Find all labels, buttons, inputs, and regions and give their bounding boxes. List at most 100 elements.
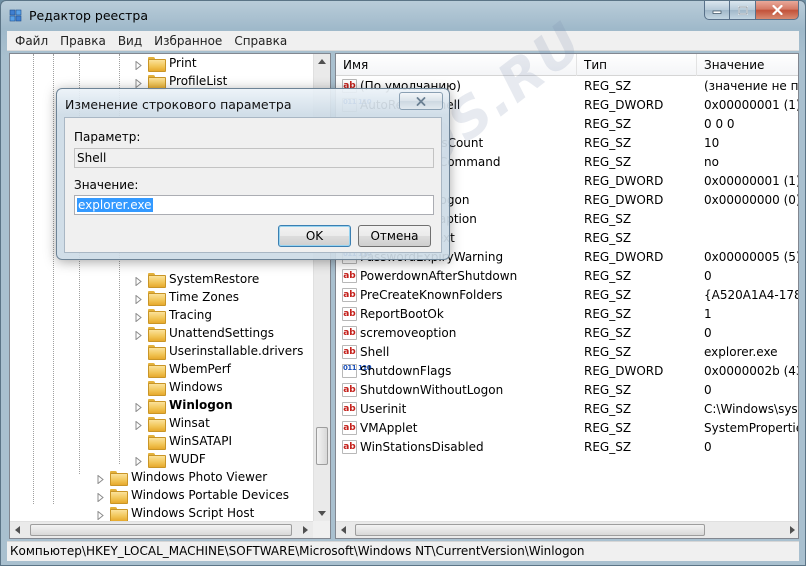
menu-edit[interactable]: Правка xyxy=(54,31,112,51)
list-item[interactable]: abVMApplet REG_SZ SystemPropertiesP xyxy=(336,419,798,438)
tree-item[interactable]: Windows Script Host xyxy=(96,504,254,522)
value-type: REG_SZ xyxy=(584,383,632,397)
tree-hscroll-thumb[interactable] xyxy=(30,524,292,536)
close-button[interactable] xyxy=(756,1,799,20)
list-item[interactable]: 011 110 ShutdownFlags REG_DWORD 0x0000002b … xyxy=(336,362,798,381)
list-item[interactable]: ab ShutdownWithoutLogon REG_SZ 0 xyxy=(336,381,798,400)
list-hscroll-thumb[interactable] xyxy=(355,524,705,536)
column-header-type[interactable]: Тип xyxy=(577,54,697,76)
list-item[interactable]: ab PreCreateKnownFolders REG_SZ {A520A1A4-1… xyxy=(336,286,798,305)
tree-item[interactable]: Windows Portable Devices xyxy=(96,486,289,504)
registry-editor-icon xyxy=(9,9,22,22)
maximize-button[interactable] xyxy=(730,1,756,20)
tree-item[interactable]: Winsat xyxy=(134,414,210,432)
ok-button[interactable]: OK xyxy=(278,225,351,247)
value-type: REG_SZ xyxy=(584,307,632,321)
close-icon xyxy=(416,96,426,106)
scroll-right-icon[interactable] xyxy=(303,526,308,534)
tree-item[interactable]: Print xyxy=(134,54,197,72)
cancel-button[interactable]: Отмена xyxy=(358,225,431,247)
menu-favorites[interactable]: Избранное xyxy=(148,31,228,51)
tree-item[interactable]: WUDF xyxy=(134,450,206,468)
value-name: scremoveoption xyxy=(360,326,457,340)
value-type: REG_SZ xyxy=(584,345,632,359)
title-bar[interactable]: Редактор реестра xyxy=(1,1,805,29)
tree-item[interactable]: Time Zones xyxy=(134,288,239,306)
tree-scroll-thumb[interactable] xyxy=(316,427,328,465)
tree-item[interactable]: Userinstallable.drivers xyxy=(134,342,303,360)
string-value-icon: ab xyxy=(342,440,357,454)
expand-arrow-icon[interactable] xyxy=(96,473,105,485)
list-item[interactable]: ab scremoveoption REG_SZ 0 xyxy=(336,324,798,343)
window-title: Редактор реестра xyxy=(29,8,148,23)
value-name: Shell xyxy=(360,345,390,359)
menu-help[interactable]: Справка xyxy=(228,31,293,51)
expand-arrow-icon[interactable] xyxy=(134,275,143,287)
tree-item-label: Print xyxy=(169,56,197,70)
list-horizontal-scrollbar[interactable] xyxy=(336,521,798,538)
scroll-down-icon[interactable] xyxy=(318,511,326,516)
list-item[interactable]: ab Shell REG_SZ explorer.exe xyxy=(336,343,798,362)
folder-icon xyxy=(148,380,166,396)
string-value-icon: ab xyxy=(342,269,357,283)
value-name: WinStationsDisabled xyxy=(360,440,484,454)
scroll-up-icon[interactable] xyxy=(318,59,326,64)
string-value-icon: ab xyxy=(342,383,357,397)
expand-arrow-icon[interactable] xyxy=(96,509,105,521)
menu-file[interactable]: Файл xyxy=(9,31,54,51)
value-type: REG_SZ xyxy=(584,421,632,435)
scroll-left-icon[interactable] xyxy=(341,526,346,534)
menu-view[interactable]: Вид xyxy=(112,31,148,51)
value-type: REG_SZ xyxy=(584,136,632,150)
list-item[interactable]: ab PowerdownAfterShutdown REG_SZ 0 xyxy=(336,267,798,286)
tree-horizontal-scrollbar[interactable] xyxy=(10,521,313,538)
list-item[interactable]: ab WinStationsDisabled REG_SZ 0 xyxy=(336,438,798,457)
tree-item[interactable]: UnattendSettings xyxy=(134,324,274,342)
value-data xyxy=(704,210,798,229)
expand-arrow-icon[interactable] xyxy=(134,401,143,413)
maximize-icon xyxy=(737,5,748,15)
list-item[interactable]: ab ReportBootOk REG_SZ 1 xyxy=(336,305,798,324)
tree-item[interactable]: Winlogon xyxy=(134,396,233,414)
column-header-name[interactable]: Имя xyxy=(336,54,577,76)
tree-item[interactable]: Windows xyxy=(134,378,223,396)
tree-item[interactable]: WbemPerf xyxy=(134,360,231,378)
value-data: no xyxy=(704,155,719,169)
value-type: REG_DWORD xyxy=(584,250,664,264)
value-data: 0 xyxy=(704,383,712,397)
value-data-input[interactable]: explorer.exe xyxy=(74,195,434,215)
expand-arrow-icon[interactable] xyxy=(134,59,143,71)
registry-editor-window: Редактор реестра Файл Правка Вид Избранн… xyxy=(0,0,806,566)
string-value-icon: ab xyxy=(342,421,357,435)
expand-arrow-icon[interactable] xyxy=(134,455,143,467)
expand-arrow-icon[interactable] xyxy=(134,311,143,323)
value-data: 1 xyxy=(704,307,712,321)
tree-item-label: Userinstallable.drivers xyxy=(169,344,304,358)
scroll-left-icon[interactable] xyxy=(15,526,20,534)
tree-item[interactable]: SystemRestore xyxy=(134,270,259,288)
folder-icon xyxy=(148,326,166,342)
value-data: 0 xyxy=(704,326,712,340)
tree-item[interactable]: WinSATAPI xyxy=(134,432,232,450)
menu-bar: Файл Правка Вид Избранное Справка xyxy=(7,31,799,51)
minimize-button[interactable] xyxy=(704,1,730,20)
value-name: Userinit xyxy=(360,402,407,416)
value-data xyxy=(704,229,798,248)
value-type: REG_SZ xyxy=(584,288,632,302)
expand-arrow-icon[interactable] xyxy=(134,329,143,341)
expand-arrow-icon[interactable] xyxy=(134,293,143,305)
expand-arrow-icon[interactable] xyxy=(134,77,143,89)
expand-arrow-icon[interactable] xyxy=(96,491,105,503)
value-type: REG_DWORD xyxy=(584,364,664,378)
tree-item[interactable]: Tracing xyxy=(134,306,212,324)
tree-item[interactable]: Windows Photo Viewer xyxy=(96,468,267,486)
dialog-close-button[interactable] xyxy=(399,92,443,110)
list-item[interactable]: abUserinit REG_SZ C:\Windows\syste xyxy=(336,400,798,419)
value-type: REG_DWORD xyxy=(584,193,664,207)
expand-arrow-icon[interactable] xyxy=(134,419,143,431)
folder-icon xyxy=(148,434,166,450)
column-header-value[interactable]: Значение xyxy=(697,54,798,76)
scroll-right-icon[interactable] xyxy=(790,526,795,534)
tree-item-label: Tracing xyxy=(169,308,213,322)
